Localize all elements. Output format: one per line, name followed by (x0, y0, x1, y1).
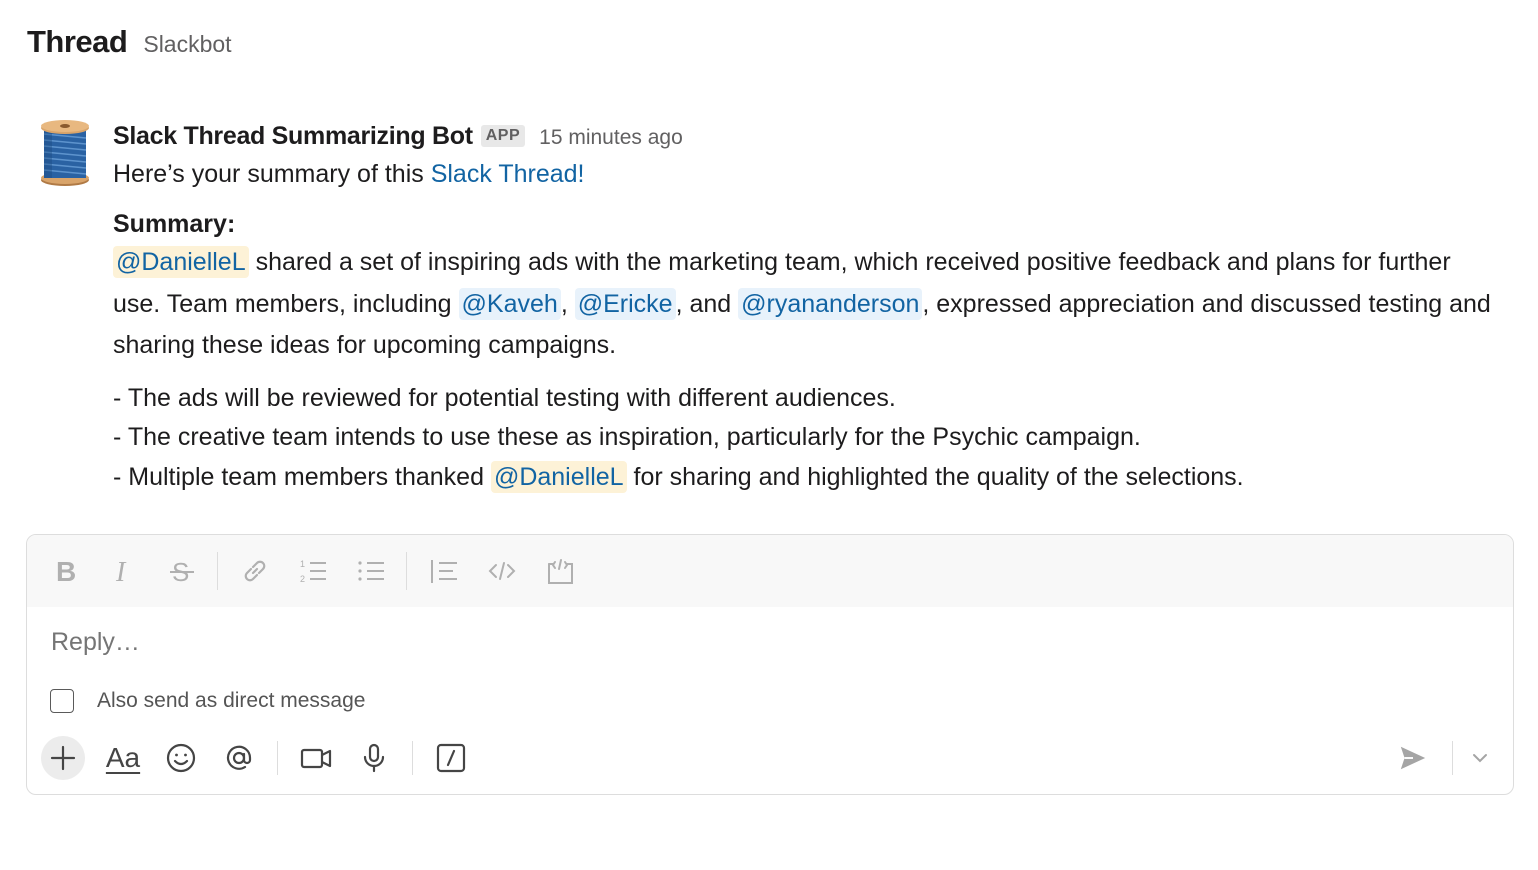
strikethrough-icon[interactable]: S (167, 556, 197, 586)
send-controls (1396, 740, 1491, 776)
message-timestamp[interactable]: 15 minutes ago (539, 126, 683, 150)
bold-icon[interactable]: B (51, 556, 81, 586)
svg-text:I: I (115, 557, 127, 586)
thread-header: Thread Slackbot (27, 24, 232, 60)
intro-line: Here’s your summary of this Slack Thread… (113, 154, 1503, 194)
reply-composer: B I S 12 Also send as direct mes (26, 534, 1514, 795)
microphone-icon[interactable] (354, 738, 394, 778)
mention-daniellel[interactable]: @DanielleL (113, 246, 249, 278)
link-icon[interactable] (240, 556, 270, 586)
plus-icon[interactable] (41, 736, 85, 780)
mention-daniellel[interactable]: @DanielleL (490, 460, 627, 493)
toolbar-divider (217, 552, 218, 590)
code-icon[interactable] (487, 556, 517, 586)
bullet-list: - The ads will be reviewed for potential… (113, 379, 1503, 498)
formatting-toolbar: B I S 12 (27, 535, 1513, 607)
thread-channel-name[interactable]: Slackbot (143, 31, 231, 58)
mention-kaveh[interactable]: @Kaveh (458, 287, 561, 320)
svg-text:2: 2 (300, 574, 305, 584)
summary-sep-2: , and (675, 289, 739, 318)
message-meta: Slack Thread Summarizing Bot APP 15 minu… (113, 120, 1503, 152)
slash-command-icon[interactable] (431, 738, 471, 778)
also-send-dm-label[interactable]: Also send as direct message (97, 689, 365, 713)
toolbar-divider (406, 552, 407, 590)
chevron-down-icon[interactable] (1469, 747, 1491, 769)
summary-label: Summary: (113, 210, 236, 238)
bullet-item: - The ads will be reviewed for potential… (113, 383, 896, 412)
emoji-icon[interactable] (161, 738, 201, 778)
video-icon[interactable] (296, 738, 336, 778)
also-send-dm-checkbox[interactable] (50, 689, 74, 713)
blockquote-icon[interactable] (429, 556, 459, 586)
intro-text: Here’s your summary of this (113, 160, 431, 188)
formatting-aa-label: Aa (105, 742, 141, 773)
spool-avatar[interactable] (40, 120, 90, 186)
bullet-item: - Multiple team members thanked @Daniell… (113, 458, 1503, 498)
actions-divider (412, 741, 413, 775)
reply-input[interactable] (49, 627, 1453, 658)
mention-at-icon[interactable] (219, 738, 259, 778)
app-badge: APP (480, 125, 526, 147)
formatting-aa-icon[interactable]: Aa (103, 738, 143, 778)
bullet-text: for sharing and highlighted the quality … (626, 462, 1244, 491)
bulleted-list-icon[interactable] (356, 556, 386, 586)
send-icon[interactable] (1396, 741, 1430, 775)
send-divider (1452, 741, 1453, 775)
svg-text:1: 1 (300, 559, 305, 569)
sender-name[interactable]: Slack Thread Summarizing Bot (113, 122, 473, 151)
actions-divider (277, 741, 278, 775)
composer-actions: Aa (41, 735, 489, 781)
mention-ericke[interactable]: @Ericke (574, 287, 676, 320)
bullet-item: - The creative team intends to use these… (113, 423, 1141, 451)
message-body: Slack Thread Summarizing Bot APP 15 minu… (113, 120, 1503, 497)
bullet-text: - Multiple team members thanked (113, 462, 491, 491)
italic-icon[interactable]: I (109, 556, 139, 586)
summary-paragraph: @DanielleL shared a set of inspiring ads… (113, 242, 1503, 367)
ordered-list-icon[interactable]: 12 (298, 556, 328, 586)
code-block-icon[interactable] (545, 556, 575, 586)
also-send-dm-row[interactable]: Also send as direct message (50, 689, 365, 713)
mention-ryananderson[interactable]: @ryananderson (738, 287, 923, 320)
svg-text:B: B (56, 556, 76, 586)
summary-sep-1: , (560, 289, 575, 318)
slack-thread-link[interactable]: Slack Thread! (431, 160, 585, 188)
thread-title: Thread (27, 24, 128, 59)
